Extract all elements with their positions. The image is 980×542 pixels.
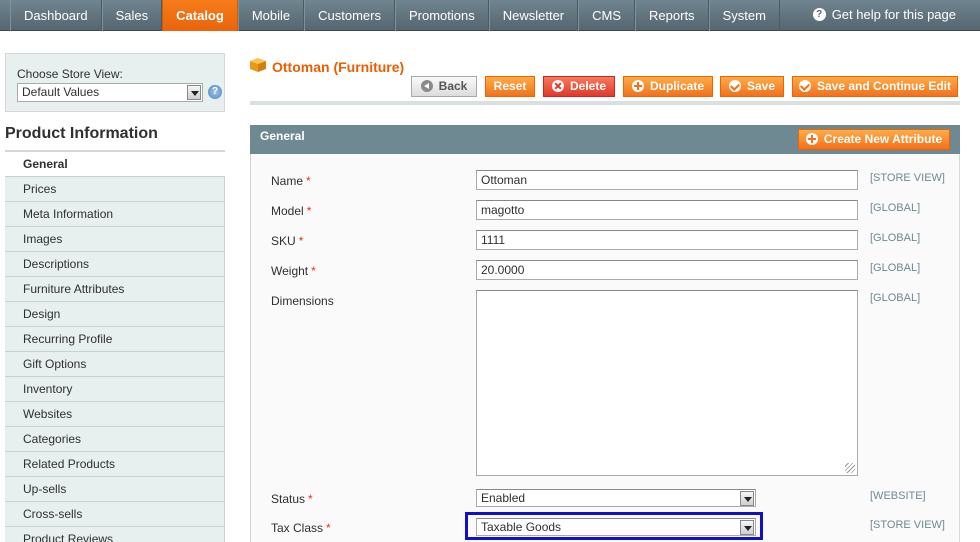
model-scope: [GLOBAL]: [870, 202, 921, 214]
dimensions-scope: [GLOBAL]: [870, 292, 921, 304]
nav-promotions[interactable]: Promotions: [394, 0, 489, 31]
status-select[interactable]: Enabled: [476, 489, 756, 507]
dimensions-label: Dimensions: [271, 294, 334, 308]
product-tabs: General Prices Meta Information Images D…: [5, 152, 225, 542]
reset-button[interactable]: Reset: [485, 76, 535, 97]
create-attribute-button[interactable]: Create New Attribute: [798, 129, 950, 150]
help-icon: ?: [812, 8, 826, 21]
help-label: Get help for this page: [831, 7, 956, 22]
back-button[interactable]: Back: [411, 76, 477, 97]
tab-furniture-attributes[interactable]: Furniture Attributes: [5, 277, 225, 302]
status-value: Enabled: [481, 491, 526, 505]
save-and-continue-button[interactable]: Save and Continue Edit: [792, 76, 958, 97]
tab-design[interactable]: Design: [5, 302, 225, 327]
delete-button[interactable]: Delete: [543, 76, 615, 97]
tab-up-sells[interactable]: Up-sells: [5, 477, 225, 502]
tab-websites[interactable]: Websites: [5, 402, 225, 427]
tab-descriptions[interactable]: Descriptions: [5, 252, 225, 277]
fieldset-title: General: [260, 129, 305, 143]
tab-images[interactable]: Images: [5, 227, 225, 252]
store-view-label: Choose Store View:: [17, 67, 123, 81]
model-input[interactable]: magotto: [476, 200, 858, 220]
question-icon[interactable]: ?: [208, 85, 222, 99]
tab-related-products[interactable]: Related Products: [5, 452, 225, 477]
tax-class-label: Tax Class *: [271, 521, 331, 535]
nav-menu: Dashboard Sales Catalog Mobile Customers…: [10, 0, 780, 31]
nav-dashboard[interactable]: Dashboard: [10, 0, 102, 31]
nav-sales[interactable]: Sales: [101, 0, 163, 31]
status-label: Status *: [271, 492, 313, 506]
back-arrow-icon: [420, 80, 433, 92]
nav-newsletter[interactable]: Newsletter: [488, 0, 579, 31]
tab-general[interactable]: General: [5, 152, 225, 177]
tab-prices[interactable]: Prices: [5, 177, 225, 202]
nav-customers[interactable]: Customers: [304, 0, 395, 31]
fieldset-header: General Create New Attribute: [250, 125, 960, 154]
name-scope: [STORE VIEW]: [870, 172, 945, 184]
dimensions-textarea[interactable]: [476, 290, 858, 476]
store-switcher: Choose Store View: Default Values ?: [5, 53, 225, 111]
help-link[interactable]: ? Get help for this page: [812, 7, 956, 22]
tax-class-highlight: [465, 512, 763, 540]
weight-scope: [GLOBAL]: [870, 262, 921, 274]
chevron-down-icon[interactable]: [187, 85, 201, 100]
close-icon: [551, 80, 564, 92]
plus-icon: [805, 133, 818, 145]
tab-meta-information[interactable]: Meta Information: [5, 202, 225, 227]
store-view-select[interactable]: Default Values: [17, 83, 203, 102]
name-label: Name *: [271, 174, 311, 188]
product-information-title: Product Information: [5, 111, 225, 152]
tab-inventory[interactable]: Inventory: [5, 377, 225, 402]
tab-cross-sells[interactable]: Cross-sells: [5, 502, 225, 527]
page-title: Ottoman (Furniture): [272, 59, 405, 75]
store-view-value: Default Values: [22, 85, 100, 99]
tab-product-reviews[interactable]: Product Reviews: [5, 527, 225, 542]
nav-catalog[interactable]: Catalog: [162, 0, 238, 31]
weight-label: Weight *: [271, 264, 316, 278]
save-button[interactable]: Save: [720, 76, 784, 97]
nav-reports[interactable]: Reports: [635, 0, 709, 31]
nav-mobile[interactable]: Mobile: [237, 0, 305, 31]
nav-system[interactable]: System: [708, 0, 780, 31]
top-navigation: Dashboard Sales Catalog Mobile Customers…: [0, 0, 980, 31]
name-input[interactable]: Ottoman: [476, 170, 858, 190]
sku-scope: [GLOBAL]: [870, 232, 921, 244]
chevron-down-icon[interactable]: [740, 491, 754, 506]
check-icon: [728, 80, 741, 92]
tab-categories[interactable]: Categories: [5, 427, 225, 452]
tab-recurring-profile[interactable]: Recurring Profile: [5, 327, 225, 352]
nav-cms[interactable]: CMS: [578, 0, 636, 31]
tab-gift-options[interactable]: Gift Options: [5, 352, 225, 377]
sku-input[interactable]: 1111: [476, 230, 858, 250]
plus-icon: [631, 80, 644, 92]
duplicate-button[interactable]: Duplicate: [623, 76, 713, 97]
weight-input[interactable]: 20.0000: [476, 260, 858, 280]
check-icon: [798, 80, 811, 92]
header-divider: [250, 101, 960, 105]
status-scope: [WEBSITE]: [870, 490, 926, 502]
product-box-icon: [250, 58, 266, 72]
sku-label: SKU *: [271, 234, 304, 248]
tax-class-scope: [STORE VIEW]: [870, 519, 945, 531]
resize-grip-icon[interactable]: [845, 463, 855, 473]
model-label: Model *: [271, 204, 312, 218]
